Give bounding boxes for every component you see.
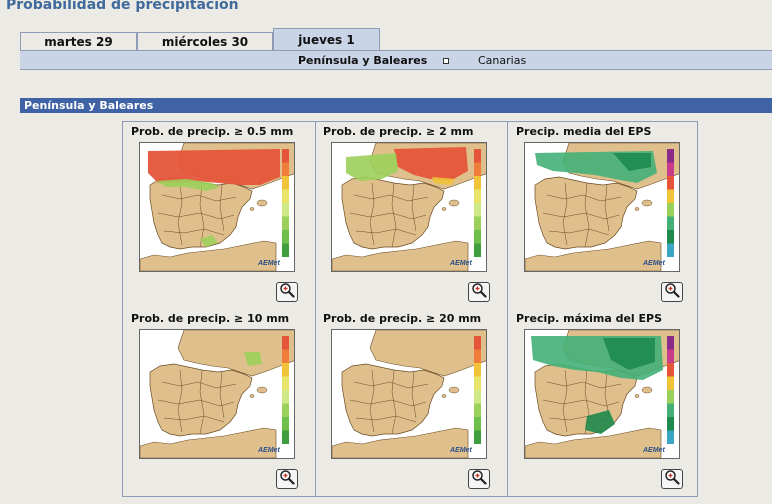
day-tabs: martes 29 miércoles 30 jueves 1	[20, 28, 772, 50]
panel-prob-10: Prob. de precip. ≥ 10 mm AEMet	[123, 309, 313, 494]
zoom-in-button[interactable]	[468, 282, 490, 302]
map-svg: AEMet	[525, 330, 679, 458]
tab-jueves[interactable]: jueves 1	[273, 28, 380, 50]
precip-map[interactable]: AEMet	[139, 329, 295, 459]
page-title: Probabilidad de precipitación	[6, 0, 239, 13]
zoom-in-icon	[279, 469, 295, 489]
panel-media-eps: Precip. media del EPS AEMet	[508, 122, 698, 307]
zoom-in-icon	[279, 282, 295, 302]
zoom-in-icon	[664, 469, 680, 489]
zoom-in-button[interactable]	[276, 469, 298, 489]
panel-title: Prob. de precip. ≥ 2 mm	[323, 125, 474, 138]
map-svg: AEMet	[140, 143, 294, 271]
section-header: Península y Baleares	[20, 98, 772, 113]
panel-title: Precip. máxima del EPS	[516, 312, 663, 325]
panel-max-eps: Precip. máxima del EPS AEMet	[508, 309, 698, 494]
aemet-logo: AEMet	[449, 447, 472, 454]
map-svg: AEMet	[525, 143, 679, 271]
tab-martes[interactable]: martes 29	[20, 32, 137, 50]
map-grid: Prob. de precip. ≥ 0.5 mm AEMet Prob. de…	[122, 121, 698, 497]
map-svg: AEMet	[332, 330, 486, 458]
zoom-in-button[interactable]	[661, 282, 683, 302]
aemet-logo: AEMet	[257, 260, 280, 267]
zoom-in-button[interactable]	[468, 469, 490, 489]
region-subnav: Península y Baleares Canarias	[20, 50, 772, 70]
map-svg: AEMet	[332, 143, 486, 271]
aemet-logo: AEMet	[257, 447, 280, 454]
zoom-in-button[interactable]	[661, 469, 683, 489]
panel-title: Prob. de precip. ≥ 20 mm	[323, 312, 482, 325]
zoom-in-button[interactable]	[276, 282, 298, 302]
panel-prob-20: Prob. de precip. ≥ 20 mm AEMet	[315, 309, 505, 494]
panel-title: Precip. media del EPS	[516, 125, 652, 138]
precip-map[interactable]: AEMet	[524, 329, 680, 459]
panel-prob-2: Prob. de precip. ≥ 2 mm AEMet	[315, 122, 505, 307]
aemet-logo: AEMet	[642, 447, 665, 454]
precip-map[interactable]: AEMet	[139, 142, 295, 272]
map-svg: AEMet	[140, 330, 294, 458]
panel-title: Prob. de precip. ≥ 0.5 mm	[131, 125, 294, 138]
precip-map[interactable]: AEMet	[331, 142, 487, 272]
bullet-icon	[443, 58, 449, 64]
zoom-in-icon	[471, 282, 487, 302]
panel-title: Prob. de precip. ≥ 10 mm	[131, 312, 290, 325]
precip-map[interactable]: AEMet	[331, 329, 487, 459]
subnav-peninsula[interactable]: Península y Baleares	[298, 54, 427, 67]
aemet-logo: AEMet	[449, 260, 472, 267]
zoom-in-icon	[664, 282, 680, 302]
subnav-canarias[interactable]: Canarias	[478, 54, 526, 67]
precip-map[interactable]: AEMet	[524, 142, 680, 272]
aemet-logo: AEMet	[642, 260, 665, 267]
tab-miercoles[interactable]: miércoles 30	[137, 32, 273, 50]
panel-prob-05: Prob. de precip. ≥ 0.5 mm AEMet	[123, 122, 313, 307]
zoom-in-icon	[471, 469, 487, 489]
